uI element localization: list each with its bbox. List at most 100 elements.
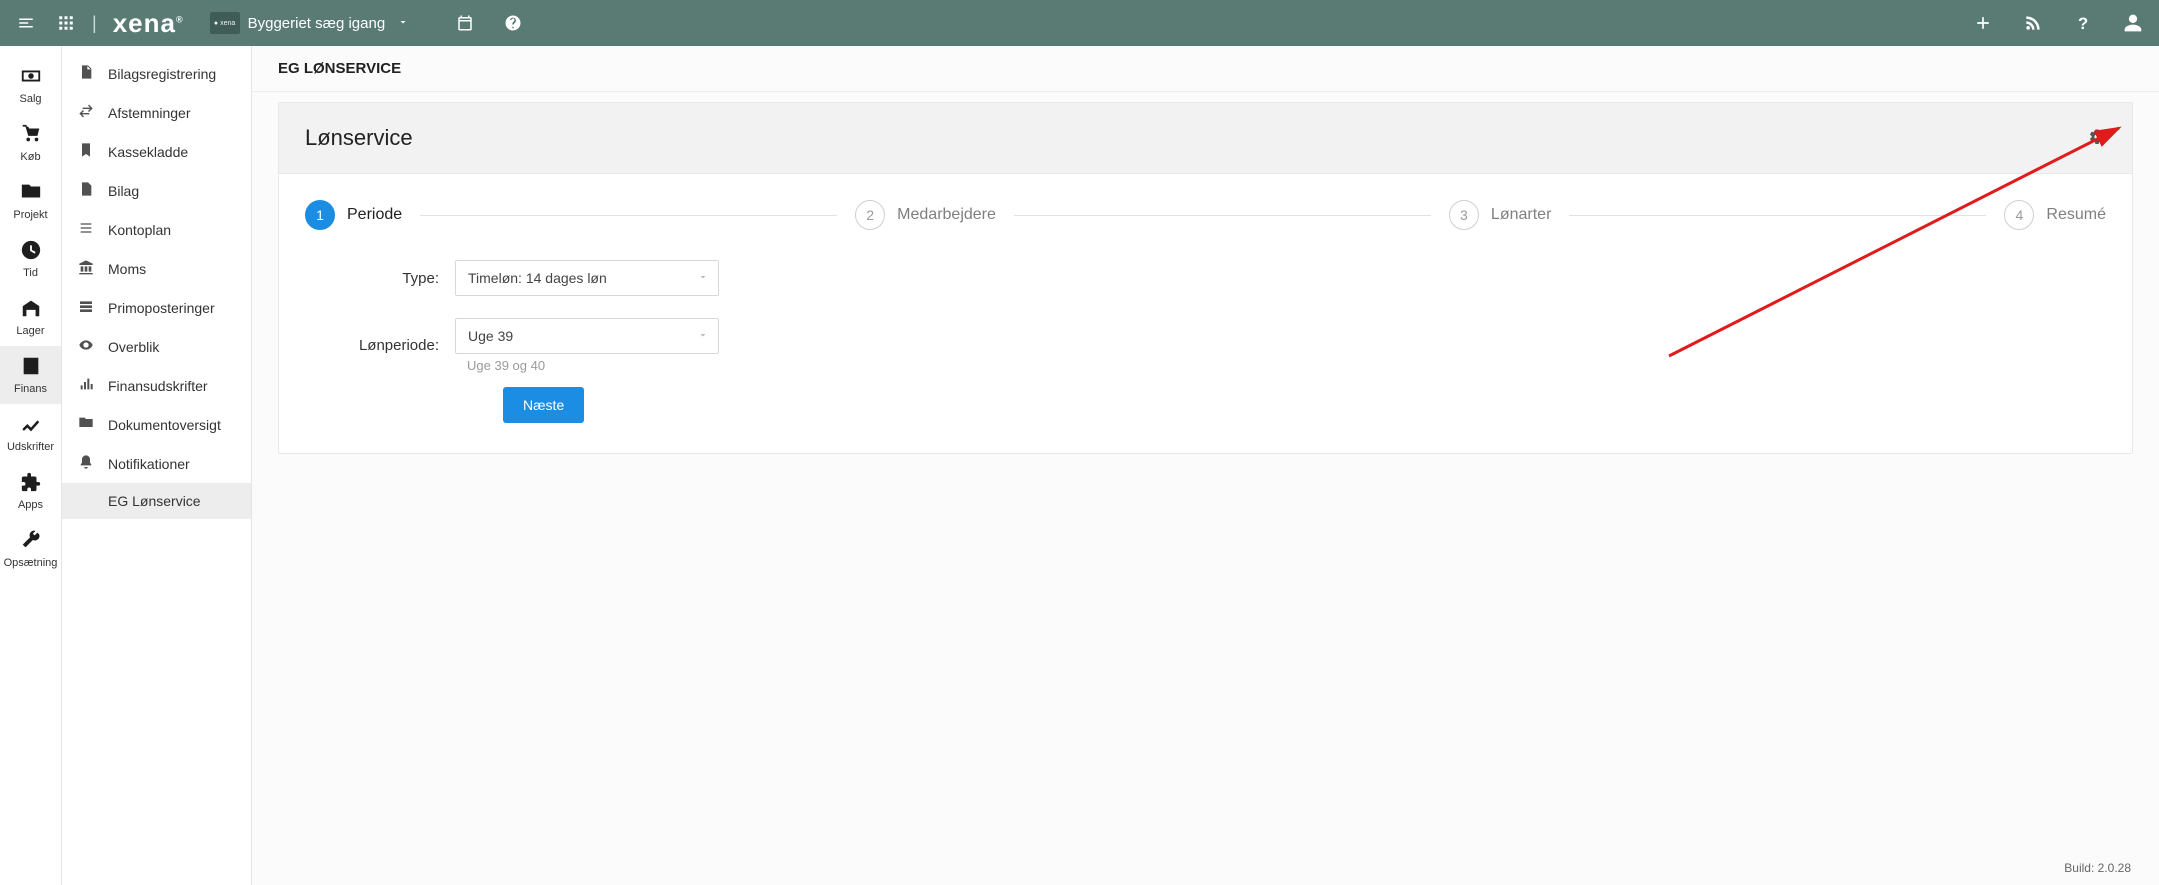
chart-icon [20, 413, 42, 438]
submenu-item-label: Overblik [108, 339, 159, 355]
doc-icon [78, 64, 94, 83]
type-value: Timeløn: 14 dages løn [468, 270, 607, 286]
step-circle: 4 [2004, 200, 2034, 230]
grid-apps-icon[interactable] [52, 9, 80, 37]
submenu-item-10[interactable]: Notifikationer [62, 444, 251, 483]
step-label: Periode [347, 206, 402, 224]
primary-sidebar: Salg Køb Projekt Tid Lager Finans Udskrifter Ap… [0, 46, 62, 885]
card-title: Lønservice [305, 125, 413, 151]
step-label: Resumé [2046, 206, 2106, 224]
submenu-item-label: EG Lønservice [108, 493, 201, 509]
folder-icon [20, 181, 42, 206]
step-divider [1569, 215, 1986, 216]
help-circle-icon[interactable] [499, 9, 527, 37]
wrench-icon [20, 529, 42, 554]
submenu-item-label: Bilag [108, 183, 139, 199]
sidebar-item-tid[interactable]: Tid [0, 230, 61, 288]
step-divider [420, 215, 837, 216]
card-settings-button[interactable] [2088, 128, 2106, 149]
sidebar-item-kob[interactable]: Køb [0, 114, 61, 172]
sidebar-item-label: Apps [18, 499, 43, 511]
submenu-item-6[interactable]: Primoposteringer [62, 288, 251, 327]
file-icon [78, 181, 94, 200]
step-4[interactable]: 4 Resumé [2004, 200, 2106, 230]
submenu-item-3[interactable]: Bilag [62, 171, 251, 210]
submenu-item-label: Kassekladde [108, 144, 188, 160]
svg-text:?: ? [2078, 14, 2088, 33]
period-value: Uge 39 [468, 328, 513, 344]
brand-logo[interactable]: xena® [109, 8, 188, 39]
sidebar-item-label: Udskrifter [7, 441, 54, 453]
list-icon [78, 220, 94, 239]
type-select[interactable]: Timeløn: 14 dages løn [455, 260, 719, 296]
sidebar-item-label: Lager [16, 325, 44, 337]
collapse-menu-button[interactable] [12, 9, 40, 37]
secondary-sidebar: Bilagsregistrering Afstemninger Kassekladd… [62, 46, 252, 885]
rows-icon [78, 298, 94, 317]
sidebar-item-apps[interactable]: Apps [0, 462, 61, 520]
bell-icon [78, 454, 94, 473]
sidebar-item-projekt[interactable]: Projekt [0, 172, 61, 230]
submenu-item-9[interactable]: Dokumentoversigt [62, 405, 251, 444]
submenu-item-5[interactable]: Moms [62, 249, 251, 288]
sidebar-item-label: Tid [23, 267, 38, 279]
submenu-item-label: Notifikationer [108, 456, 190, 472]
submenu-item-1[interactable]: Afstemninger [62, 93, 251, 132]
chevron-down-icon [397, 15, 409, 31]
sidebar-item-label: Salg [19, 93, 41, 105]
submenu-item-0[interactable]: Bilagsregistrering [62, 54, 251, 93]
swap-icon [78, 103, 94, 122]
step-circle: 3 [1449, 200, 1479, 230]
company-badge-icon: ● xena [210, 12, 240, 34]
sidebar-item-finans[interactable]: Finans [0, 346, 61, 404]
sidebar-item-label: Køb [20, 151, 40, 163]
period-label: Lønperiode: [305, 337, 455, 354]
lonservice-card: Lønservice 1 Periode 2 Medarbejdere 3Lønarte… [278, 102, 2133, 454]
add-button[interactable] [1969, 9, 1997, 37]
submenu-item-2[interactable]: Kassekladde [62, 132, 251, 171]
main-content: EG LØNSERVICE Lønservice 1Periode2Medarb… [252, 46, 2159, 885]
period-hint: Uge 39 og 40 [467, 358, 719, 373]
step-2[interactable]: 2 Medarbejdere [855, 200, 996, 230]
submenu-item-label: Dokumentoversigt [108, 417, 221, 433]
sidebar-item-label: Finans [14, 383, 47, 395]
sidebar-item-salg[interactable]: Salg [0, 56, 61, 114]
sidebar-item-label: Opsætning [4, 557, 58, 569]
folder-solid-icon [78, 415, 94, 434]
submenu-item-label: Finansudskrifter [108, 378, 208, 394]
ledger-icon [20, 355, 42, 380]
step-circle: 2 [855, 200, 885, 230]
eye-icon [78, 337, 94, 356]
period-select[interactable]: Uge 39 [455, 318, 719, 354]
bank-icon [78, 259, 94, 278]
chevron-down-icon [697, 328, 709, 344]
help-question-icon[interactable]: ? [2069, 9, 2097, 37]
bars-icon [78, 376, 94, 395]
submenu-item-7[interactable]: Overblik [62, 327, 251, 366]
warehouse-icon [20, 297, 42, 322]
company-name: Byggeriet sæg igang [248, 15, 386, 32]
sidebar-item-udskrifter[interactable]: Udskrifter [0, 404, 61, 462]
step-circle: 1 [305, 200, 335, 230]
top-navbar: | xena® ● xena Byggeriet sæg igang ? [0, 0, 2159, 46]
submenu-item-4[interactable]: Kontoplan [62, 210, 251, 249]
rss-icon[interactable] [2019, 9, 2047, 37]
sidebar-item-label: Projekt [13, 209, 47, 221]
puzzle-icon [20, 471, 42, 496]
company-switcher[interactable]: ● xena Byggeriet sæg igang [210, 12, 410, 34]
cart-icon [20, 123, 42, 148]
submenu-item-11[interactable]: EG Lønservice [62, 483, 251, 519]
step-label: Medarbejdere [897, 206, 996, 224]
step-divider [1014, 215, 1431, 216]
submenu-item-label: Afstemninger [108, 105, 190, 121]
sidebar-item-opsaetning[interactable]: Opsætning [0, 520, 61, 578]
step-1: 1 Periode [305, 200, 402, 230]
submenu-item-label: Primoposteringer [108, 300, 215, 316]
calendar-icon[interactable] [451, 9, 479, 37]
sidebar-item-lager[interactable]: Lager [0, 288, 61, 346]
step-3[interactable]: 3Lønarter [1449, 200, 1551, 230]
wizard-stepper: 1 Periode 2 Medarbejdere 3Lønarter 4 Resumé [279, 174, 2132, 248]
next-button[interactable]: Næste [503, 387, 584, 423]
submenu-item-8[interactable]: Finansudskrifter [62, 366, 251, 405]
user-icon[interactable] [2119, 9, 2147, 37]
